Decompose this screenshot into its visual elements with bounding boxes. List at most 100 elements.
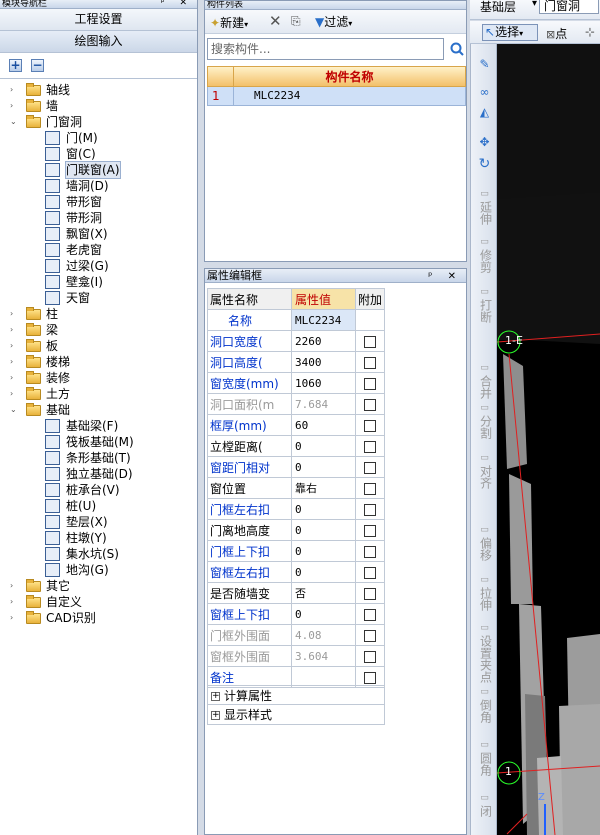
expand-arrow-icon[interactable]: › — [10, 390, 19, 399]
tree-item[interactable]: › 装修 — [0, 370, 197, 386]
tool-button[interactable]: ▭ 闭 — [471, 792, 498, 817]
expand-arrow-icon[interactable]: › — [10, 342, 19, 351]
tree-item[interactable]: › 墙 — [0, 98, 197, 114]
tree-item[interactable]: 桩(U) — [0, 498, 197, 514]
tree-item[interactable]: ⌄ 门窗洞 — [0, 114, 197, 130]
property-value[interactable]: 0 — [291, 456, 356, 478]
property-row[interactable]: 名称 MLC2234 — [207, 309, 385, 331]
tool-button[interactable]: ▭ 延伸 — [471, 188, 498, 225]
attach-checkbox[interactable] — [364, 545, 376, 558]
expand-arrow-icon[interactable]: › — [10, 582, 19, 591]
search-button[interactable] — [448, 38, 466, 60]
tree-item[interactable]: 独立基础(D) — [0, 466, 197, 482]
attach-checkbox[interactable] — [364, 335, 376, 348]
tree-item[interactable]: › 土方 — [0, 386, 197, 402]
property-value[interactable]: 3400 — [291, 351, 356, 373]
tool-button[interactable]: ▭ 合并 — [471, 362, 498, 399]
attach-checkbox[interactable] — [364, 587, 376, 600]
tool-button[interactable]: ▭ 对齐 — [471, 452, 498, 489]
attach-checkbox[interactable] — [364, 566, 376, 579]
category-select[interactable]: 门窗洞 — [539, 0, 599, 14]
tree-item[interactable]: 带形洞 — [0, 210, 197, 226]
property-row[interactable]: 框厚(mm) 60 — [207, 414, 385, 436]
tree-item[interactable]: 飘窗(X) — [0, 226, 197, 242]
tree-item[interactable]: 基础梁(F) — [0, 418, 197, 434]
tree-item[interactable]: 集水坑(S) — [0, 546, 197, 562]
property-row[interactable]: 洞口面积(m 7.684 — [207, 393, 385, 415]
drawing-canvas[interactable]: 1-E 1 Z — [497, 44, 600, 835]
panel-pin-close-icons[interactable]: ᵖ ✕ — [161, 0, 193, 8]
property-value[interactable]: MLC2234 — [291, 309, 356, 331]
tree-item[interactable]: 墙洞(D) — [0, 178, 197, 194]
property-row[interactable]: 洞口宽度(2260 — [207, 330, 385, 352]
property-row[interactable]: 门框上下扣 0 — [207, 540, 385, 562]
attach-checkbox[interactable] — [364, 398, 376, 411]
rotate-icon[interactable]: ↻ — [471, 157, 498, 171]
property-value[interactable]: 7.684 — [291, 393, 356, 415]
property-row[interactable]: 窗框上下扣 0 — [207, 603, 385, 625]
attach-checkbox[interactable] — [364, 629, 376, 642]
tab-drawing-input[interactable]: 绘图输入 — [0, 31, 197, 53]
tree-item[interactable]: 老虎窗 — [0, 242, 197, 258]
panel-pin-close-icons[interactable]: ᵖ ✕ — [428, 270, 462, 282]
attach-checkbox[interactable] — [364, 608, 376, 621]
property-row[interactable]: 窗位置 靠右 — [207, 477, 385, 499]
pencil-icon[interactable]: ✎ — [471, 58, 498, 71]
attach-checkbox[interactable] — [364, 419, 376, 432]
tool-button[interactable]: ▭ 圆角 — [471, 739, 498, 776]
tool-button[interactable]: ▭ 偏移 — [471, 524, 498, 561]
property-row[interactable]: 门框左右扣 0 — [207, 498, 385, 520]
collapse-all-icon[interactable]: − — [31, 59, 44, 72]
chevron-down-icon[interactable]: ▾ — [532, 0, 537, 9]
tab-project-settings[interactable]: 工程设置 — [0, 9, 197, 31]
property-row[interactable]: 立樘距离(0 — [207, 435, 385, 457]
delete-icon[interactable]: ✕ — [269, 12, 282, 30]
property-value[interactable]: 0 — [291, 498, 356, 520]
tree-item[interactable]: › 自定义 — [0, 594, 197, 610]
expand-arrow-icon[interactable]: › — [10, 358, 19, 367]
tool-button[interactable]: ▭ 打断 — [471, 286, 498, 323]
tree-item[interactable]: › CAD识别 — [0, 610, 197, 626]
attach-checkbox[interactable] — [364, 524, 376, 537]
tree-item[interactable]: 壁龛(I) — [0, 274, 197, 290]
link-icon[interactable]: ∞ — [471, 86, 498, 99]
attach-checkbox[interactable] — [364, 377, 376, 390]
tree-item[interactable]: 筏板基础(M) — [0, 434, 197, 450]
expand-all-icon[interactable]: + — [9, 59, 22, 72]
tool-button[interactable]: ▭ 拉伸 — [471, 574, 498, 611]
collapse-arrow-icon[interactable]: ⌄ — [10, 406, 19, 415]
attach-checkbox[interactable] — [364, 356, 376, 369]
property-value[interactable]: 1060 — [291, 372, 356, 394]
expand-arrow-icon[interactable]: › — [10, 86, 19, 95]
attach-checkbox[interactable] — [364, 503, 376, 516]
tree-item[interactable]: ⌄ 基础 — [0, 402, 197, 418]
tree-item[interactable]: 条形基础(T) — [0, 450, 197, 466]
property-row[interactable]: 窗距门相对 0 — [207, 456, 385, 478]
tree-item[interactable]: 过梁(G) — [0, 258, 197, 274]
property-value[interactable]: 靠右 — [291, 477, 356, 499]
tree-item[interactable]: 柱墩(Y) — [0, 530, 197, 546]
property-value[interactable]: 0 — [291, 435, 356, 457]
collapse-arrow-icon[interactable]: ⌄ — [10, 118, 19, 127]
tree-item[interactable]: › 板 — [0, 338, 197, 354]
expand-arrow-icon[interactable]: › — [10, 374, 19, 383]
move-icon[interactable]: ✥ — [471, 136, 498, 149]
filter-button[interactable]: ▼过滤▾ — [315, 13, 352, 30]
tree-item[interactable]: 垫层(X) — [0, 514, 197, 530]
tree-item[interactable]: 带形窗 — [0, 194, 197, 210]
point-button[interactable]: ⊠点 — [546, 25, 567, 42]
layer-select[interactable]: 基础层 — [480, 0, 516, 14]
tool-button[interactable]: ▭ 设置夹点 — [471, 622, 498, 683]
tree-item[interactable]: › 柱 — [0, 306, 197, 322]
tree-item[interactable]: 门(M) — [0, 130, 197, 146]
expand-arrow-icon[interactable]: › — [10, 598, 19, 607]
tree-item[interactable]: › 梁 — [0, 322, 197, 338]
tree-item[interactable]: 门联窗(A) — [0, 161, 197, 179]
tool-button[interactable]: ▭ 分割 — [471, 402, 498, 439]
tree-item[interactable]: › 楼梯 — [0, 354, 197, 370]
attach-checkbox[interactable] — [364, 482, 376, 495]
property-value[interactable]: 3.604 — [291, 645, 356, 667]
tree-item[interactable]: 天窗 — [0, 290, 197, 306]
tool-button[interactable]: ▭ 修剪 — [471, 236, 498, 273]
property-row[interactable]: 窗框左右扣 0 — [207, 561, 385, 583]
